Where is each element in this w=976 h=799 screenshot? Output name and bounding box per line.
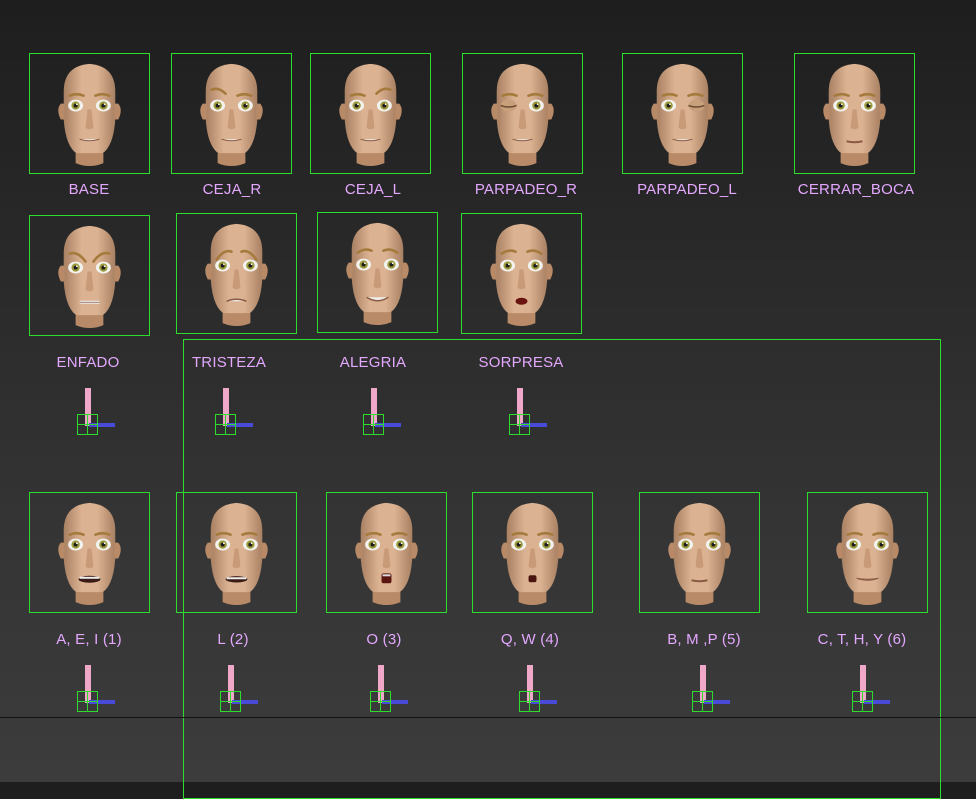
face-sorpresa[interactable]: [461, 213, 582, 334]
slider-alegria[interactable]: [363, 388, 403, 438]
slider-handle[interactable]: [692, 691, 713, 712]
face-tristeza[interactable]: [176, 213, 297, 334]
label-viseme-5: B, M ,P (5): [667, 631, 741, 648]
face-parpadeo-l[interactable]: [622, 53, 743, 174]
head-render: [58, 63, 121, 167]
face-ceja-r[interactable]: [171, 53, 292, 174]
head-render: [346, 222, 409, 326]
head-render: [836, 502, 899, 606]
slider-sorpresa[interactable]: [509, 388, 549, 438]
slider-handle[interactable]: [215, 414, 236, 435]
label-ceja-r: CEJA_R: [202, 181, 262, 198]
face-viseme-4[interactable]: [472, 492, 593, 613]
head-render: [200, 63, 263, 167]
slider-handle[interactable]: [852, 691, 873, 712]
slider-handle[interactable]: [370, 691, 391, 712]
slider-handle[interactable]: [77, 691, 98, 712]
face-viseme-2[interactable]: [176, 492, 297, 613]
label-parpadeo-l: PARPADEO_L: [637, 181, 737, 198]
face-viseme-6[interactable]: [807, 492, 928, 613]
slider-handle[interactable]: [363, 414, 384, 435]
head-render: [823, 63, 886, 167]
head-render: [651, 63, 714, 167]
face-viseme-1[interactable]: [29, 492, 150, 613]
slider-handle[interactable]: [519, 691, 540, 712]
head-render: [58, 502, 121, 606]
label-viseme-4: Q, W (4): [500, 631, 560, 648]
label-cerrar-boca: CERRAR_BOCA: [797, 181, 915, 198]
face-cerrar-boca[interactable]: [794, 53, 915, 174]
face-enfado[interactable]: [29, 215, 150, 336]
face-viseme-3[interactable]: [326, 492, 447, 613]
face-ceja-l[interactable]: [310, 53, 431, 174]
slider-viseme-2[interactable]: [220, 665, 260, 715]
label-enfado: ENFADO: [56, 354, 120, 371]
slider-handle[interactable]: [77, 414, 98, 435]
slider-viseme-6[interactable]: [852, 665, 892, 715]
head-render: [339, 63, 402, 167]
slider-tristeza[interactable]: [215, 388, 255, 438]
viewport-divider: [0, 717, 976, 718]
head-render: [205, 502, 268, 606]
head-render: [490, 223, 553, 327]
head-render: [668, 502, 731, 606]
face-base[interactable]: [29, 53, 150, 174]
head-render: [491, 63, 554, 167]
slider-viseme-5[interactable]: [692, 665, 732, 715]
label-alegria: ALEGRIA: [339, 354, 407, 371]
slider-handle[interactable]: [509, 414, 530, 435]
slider-viseme-1[interactable]: [77, 665, 117, 715]
label-parpadeo-r: PARPADEO_R: [474, 181, 578, 198]
slider-viseme-3[interactable]: [370, 665, 410, 715]
slider-viseme-4[interactable]: [519, 665, 559, 715]
label-viseme-3: O (3): [366, 631, 402, 648]
label-viseme-2: L (2): [217, 631, 249, 648]
label-base: BASE: [68, 181, 110, 198]
face-parpadeo-r[interactable]: [462, 53, 583, 174]
slider-enfado[interactable]: [77, 388, 117, 438]
label-viseme-6: C, T, H, Y (6): [817, 631, 907, 648]
label-sorpresa: SORPRESA: [478, 354, 564, 371]
label-tristeza: TRISTEZA: [191, 354, 267, 371]
face-alegria[interactable]: [317, 212, 438, 333]
label-ceja-l: CEJA_L: [344, 181, 402, 198]
head-render: [58, 225, 121, 329]
head-render: [501, 502, 564, 606]
face-viseme-5[interactable]: [639, 492, 760, 613]
slider-handle[interactable]: [220, 691, 241, 712]
head-render: [355, 502, 418, 606]
head-render: [205, 223, 268, 327]
label-viseme-1: A, E, I (1): [56, 631, 122, 648]
